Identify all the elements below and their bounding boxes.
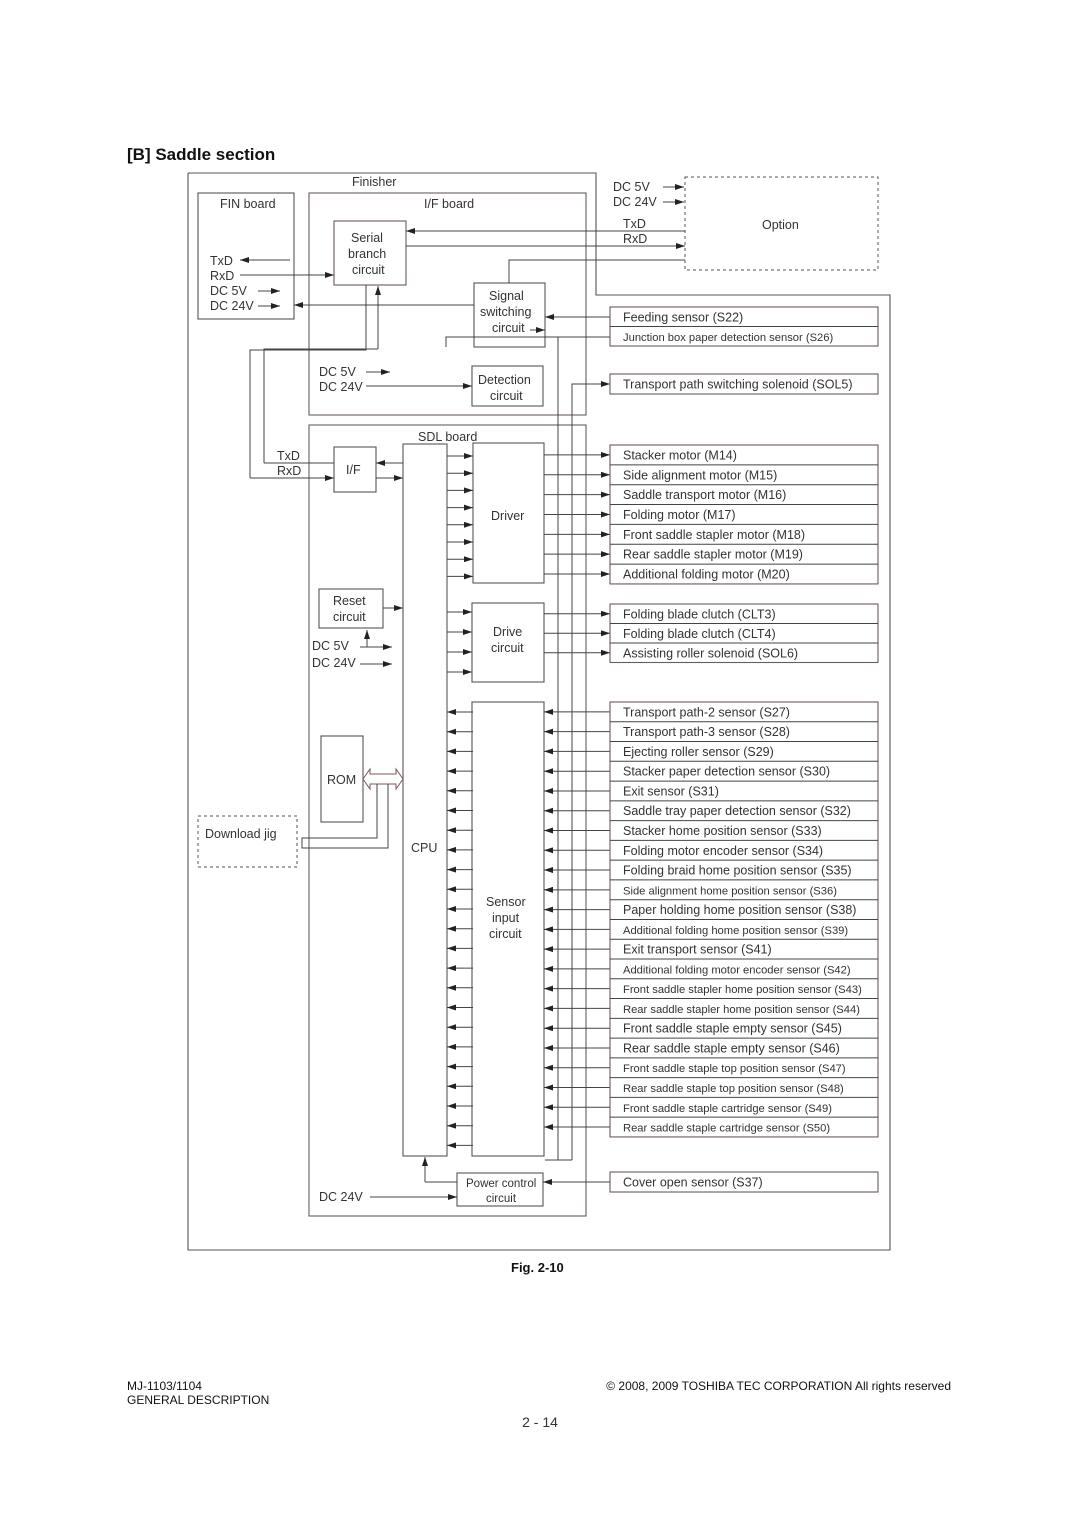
sensor-item: Additional folding home position sensor … [623,925,848,937]
sensor-item: Stacker home position sensor (S33) [623,824,822,838]
sdl-rxd: RxD [277,464,301,478]
footer-chapter: GENERAL DESCRIPTION [127,1393,269,1407]
sensor-item: Rear saddle staple empty sensor (S46) [623,1041,840,1055]
sensor-item: Stacker paper detection sensor (S30) [623,765,830,779]
cpu-box [402,443,448,1157]
motor-item: Rear saddle stapler motor (M19) [623,548,803,562]
if-dc24: DC 24V [319,380,363,394]
motor-item: Saddle transport motor (M16) [623,488,786,502]
sensor-item: Rear saddle staple top position sensor (… [623,1083,844,1095]
sensor-item: Folding braid home position sensor (S35) [623,864,852,878]
saddle-block-diagram: [B] Saddle section Finisher FIN board Tx… [127,145,951,1430]
fin-rxd: RxD [210,269,234,283]
detection-label-2: circuit [490,389,523,403]
download-jig-label: Download jig [205,827,277,841]
power-label-2: circuit [486,1193,517,1205]
motor-item: Folding motor (M17) [623,508,736,522]
solenoid-bus [571,383,586,1160]
sensor-item: Saddle tray paper detection sensor (S32) [623,804,851,818]
motor-item: Front saddle stapler motor (M18) [623,528,805,542]
finisher-label: Finisher [352,175,396,189]
detection-label-1: Detection [478,373,531,387]
if-dc5: DC 5V [319,365,356,379]
power-dc24: DC 24V [319,1190,363,1204]
fin-board-title: FIN board [220,197,276,211]
sensor-item: Transport path-3 sensor (S28) [623,725,790,739]
option-dc24: DC 24V [613,195,657,209]
sensor-item: Exit sensor (S31) [623,784,719,798]
power-label-1: Power control [466,1178,536,1190]
fin-txd: TxD [210,254,233,268]
sensor-item: Side alignment home position sensor (S36… [623,885,837,897]
driver-label: Driver [491,509,524,523]
sdl-dc5: DC 5V [312,639,349,653]
option-dc5: DC 5V [613,180,650,194]
footer-model: MJ-1103/1104 [127,1379,202,1393]
if-sensor-item: Junction box paper detection sensor (S26… [623,332,833,344]
sdl-dc24: DC 24V [312,656,356,670]
clutch-item: Folding blade clutch (CLT4) [623,627,776,641]
signal-label-2: switching [480,305,531,319]
serial-label-3: circuit [352,263,385,277]
sensor-item: Transport path-2 sensor (S27) [623,705,790,719]
sensor-item: Paper holding home position sensor (S38) [623,903,856,917]
if-solenoid-item: Transport path switching solenoid (SOL5) [623,378,853,392]
page-number: 2 - 14 [522,1414,558,1430]
serial-label-2: branch [348,247,386,261]
clutch-item: Assisting roller solenoid (SOL6) [623,646,798,660]
sensor-item: Exit transport sensor (S41) [623,943,772,957]
sensor-item: Folding motor encoder sensor (S34) [623,844,823,858]
option-rxd: RxD [623,232,647,246]
fin-dc24: DC 24V [210,299,254,313]
figure-caption: Fig. 2-10 [511,1260,564,1275]
sensor-item: Front saddle staple empty sensor (S45) [623,1022,842,1036]
drive-label-2: circuit [491,641,524,655]
if-board-title: I/F board [424,197,474,211]
download-jig-box [197,815,298,868]
signal-to-option [508,259,685,283]
sensor-item: Ejecting roller sensor (S29) [623,745,774,759]
motor-item: Side alignment motor (M15) [623,468,777,482]
junction-line [445,336,610,347]
sdl-txd: TxD [277,449,300,463]
sensor-label-2: input [492,911,520,925]
sensor-item: Front saddle stapler home position senso… [623,984,862,996]
sdl-if-label: I/F [346,463,361,477]
sensor-item: Rear saddle stapler home position sensor… [623,1004,860,1016]
signal-label-3: circuit [492,321,525,335]
sensor-item: Rear saddle staple cartridge sensor (S50… [623,1123,830,1135]
sensor-item: Front saddle staple top position sensor … [623,1063,846,1075]
sensor-label-3: circuit [489,927,522,941]
rom-label: ROM [327,773,356,787]
motor-item: Stacker motor (M14) [623,448,737,462]
reset-label-1: Reset [333,594,366,608]
sdl-board-title: SDL board [418,430,477,444]
signal-label-1: Signal [489,289,524,303]
option-txd: TxD [623,217,646,231]
motor-item: Additional folding motor (M20) [623,568,790,582]
sensor-label-1: Sensor [486,895,526,909]
fin-dc5: DC 5V [210,284,247,298]
rom-bus-arrow [362,767,404,791]
option-title: Option [762,218,799,232]
sensor-item: Additional folding motor encoder sensor … [623,964,851,976]
footer-copyright: © 2008, 2009 TOSHIBA TEC CORPORATION All… [606,1379,951,1393]
sensor-item: Front saddle staple cartridge sensor (S4… [623,1103,832,1115]
section-title: [B] Saddle section [127,145,275,164]
download-jig-connection [301,784,389,849]
serial-label-1: Serial [351,231,383,245]
clutch-item: Folding blade clutch (CLT3) [623,607,776,621]
drive-label-1: Drive [493,625,522,639]
reset-label-2: circuit [333,610,366,624]
cover-sensor-item: Cover open sensor (S37) [623,1176,763,1190]
if-sensor-item: Feeding sensor (S22) [623,310,743,324]
cpu-label: CPU [411,841,437,855]
